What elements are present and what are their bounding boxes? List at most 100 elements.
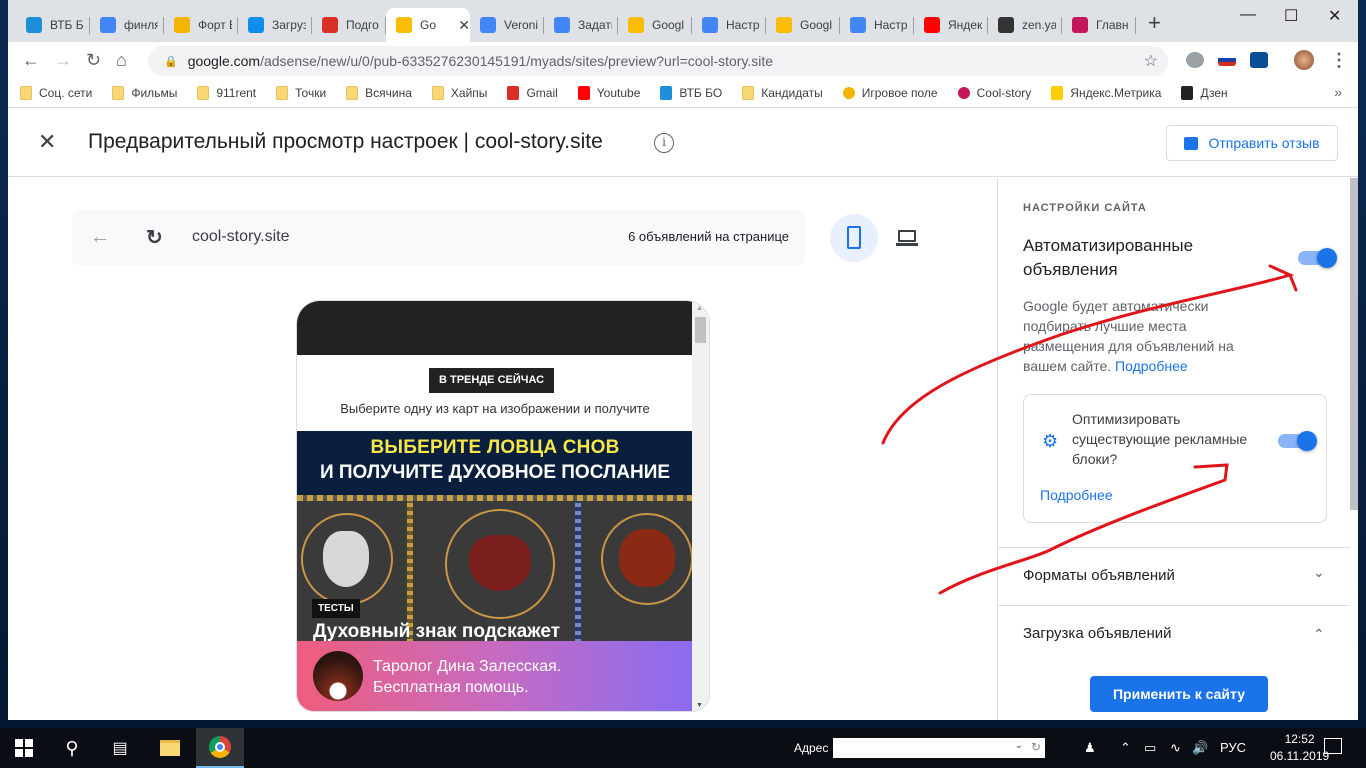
article-banner[interactable]: ВЫБЕРИТЕ ЛОВЦА СНОВ И ПОЛУЧИТЕ ДУХОВНОЕ … <box>297 431 693 495</box>
preview-back-icon[interactable]: ← <box>90 226 110 249</box>
auto-ads-toggle[interactable] <box>1298 248 1337 268</box>
mobile-view-button[interactable] <box>830 214 878 262</box>
vtb-icon <box>660 85 673 100</box>
tab-title: Настр <box>726 18 760 32</box>
vtb-extension-icon[interactable] <box>1250 52 1268 68</box>
home-icon[interactable]: ⌂ <box>116 50 127 70</box>
info-icon[interactable]: i <box>654 133 674 153</box>
volume-icon[interactable]: 🔊 <box>1192 740 1208 756</box>
task-view-icon[interactable]: ▤ <box>104 728 136 768</box>
people-icon[interactable]: ♟ <box>1084 740 1096 756</box>
bookmark-star-icon[interactable]: ☆ <box>1144 51 1158 71</box>
scroll-down-icon[interactable]: ▼ <box>696 702 703 709</box>
optimize-toggle[interactable] <box>1278 431 1317 451</box>
tab-3[interactable]: Загруз <box>238 8 312 42</box>
tab-1[interactable]: финля <box>90 8 164 42</box>
bookmark-0[interactable]: Соц. сети <box>20 85 92 100</box>
tab-12[interactable]: Яндек <box>914 8 988 42</box>
bookmark-9[interactable]: Кандидаты <box>742 85 823 100</box>
optimize-text: Оптимизировать существующие рекламные бл… <box>1072 411 1248 467</box>
maximize-button[interactable]: ☐ <box>1284 6 1298 26</box>
tab-5[interactable]: Go ✕ <box>386 8 470 42</box>
learn-more-link[interactable]: Подробнее <box>1115 358 1188 374</box>
panel-scroll-thumb[interactable] <box>1350 178 1358 510</box>
tab-10[interactable]: Googl <box>766 8 840 42</box>
tab-6[interactable]: Veroni <box>470 8 544 42</box>
bookmark-7[interactable]: Youtube <box>577 85 640 100</box>
forward-arrow-icon[interactable]: → <box>54 50 72 70</box>
accordion-ad-formats[interactable]: Форматы объявлений ⌄ <box>998 547 1350 605</box>
promo-ad[interactable]: Таролог Дина Залесская. Бесплатная помощ… <box>297 641 693 711</box>
tab-0[interactable]: ВТБ БО <box>16 8 90 42</box>
new-tab-button[interactable]: + <box>1148 12 1161 34</box>
preview-reload-icon[interactable]: ↻ <box>146 225 163 250</box>
address-toolbar-label: Адрес <box>794 741 829 755</box>
back-arrow-icon[interactable]: ← <box>22 50 40 70</box>
tab-14[interactable]: Главн <box>1062 8 1136 42</box>
bookmark-4[interactable]: Всячина <box>346 85 412 100</box>
tab-9[interactable]: Настр <box>692 8 766 42</box>
tab-2[interactable]: Форт Е <box>164 8 238 42</box>
address-bar[interactable]: 🔒 google.com/adsense/new/u/0/pub-6335276… <box>148 46 1168 76</box>
tab-7[interactable]: Задать <box>544 8 618 42</box>
tab-11[interactable]: Настр <box>840 8 914 42</box>
profile-avatar[interactable] <box>1294 50 1314 70</box>
language-indicator[interactable]: РУС <box>1220 740 1246 755</box>
bookmarks-more-button[interactable]: » <box>1334 84 1342 100</box>
gmail-icon <box>322 17 338 33</box>
show-hidden-icons[interactable]: ⌃ <box>1120 740 1131 756</box>
panel-scrollbar[interactable] <box>1350 178 1358 720</box>
feedback-icon <box>1184 136 1199 150</box>
apply-to-site-button[interactable]: Применить к сайту <box>1090 676 1268 712</box>
battery-icon[interactable]: ▭ <box>1144 740 1156 756</box>
chevron-down-icon[interactable]: ⌄ <box>1015 740 1023 751</box>
preview-site: cool-story.site <box>192 228 290 245</box>
address-toolbar-input[interactable]: ⌄ ↻ <box>833 738 1045 758</box>
send-feedback-button[interactable]: Отправить отзыв <box>1166 125 1338 161</box>
minimize-button[interactable]: — <box>1240 6 1256 24</box>
bookmark-11[interactable]: Cool-story <box>957 85 1032 100</box>
russian-flag-icon[interactable] <box>1218 54 1236 66</box>
bookmark-12[interactable]: Яндекс.Метрика <box>1051 85 1161 100</box>
search-icon[interactable]: ⚲ <box>56 728 88 768</box>
tab-title: ВТБ БО <box>50 18 84 32</box>
bookmark-13[interactable]: Дзен <box>1181 85 1228 100</box>
network-icon[interactable]: ∿ <box>1170 740 1181 756</box>
reload-icon[interactable]: ↻ <box>86 50 101 70</box>
vtb-icon <box>26 17 42 33</box>
chrome-taskbar-icon[interactable] <box>196 728 244 768</box>
desktop-view-button[interactable] <box>896 230 920 248</box>
refresh-icon[interactable]: ↻ <box>1031 740 1041 754</box>
tab-4[interactable]: Подго <box>312 8 386 42</box>
section-label: НАСТРОЙКИ САЙТА <box>1023 202 1147 214</box>
file-explorer-icon[interactable] <box>152 728 188 768</box>
scroll-up-icon[interactable]: ▲ <box>696 305 703 312</box>
tab-8[interactable]: Googl <box>618 8 692 42</box>
abp-icon[interactable] <box>1186 52 1204 68</box>
clock[interactable]: 12:52 06.11.2019 <box>1270 731 1329 765</box>
article-title[interactable]: Духовный знак подскажет <box>313 621 560 643</box>
close-tab-icon[interactable]: ✕ <box>458 17 470 34</box>
start-button[interactable] <box>8 728 40 768</box>
accordion-ad-loading[interactable]: Загрузка объявлений ⌃ <box>998 605 1350 663</box>
dreamcatcher-image[interactable]: ТЕСТЫ Духовный знак подскажет <box>297 495 693 645</box>
tab-13[interactable]: zen.ya <box>988 8 1062 42</box>
menu-icon[interactable]: ⋮ <box>1330 50 1348 70</box>
close-window-button[interactable]: ✕ <box>1328 6 1341 26</box>
bookmark-1[interactable]: Фильмы <box>112 85 177 100</box>
bookmark-3[interactable]: Точки <box>276 85 326 100</box>
bookmark-label: Cool-story <box>976 85 1032 100</box>
close-icon[interactable]: ✕ <box>38 129 56 155</box>
bookmark-6[interactable]: Gmail <box>507 85 558 100</box>
folder-icon <box>346 85 359 100</box>
scroll-thumb[interactable] <box>695 317 706 343</box>
bookmark-10[interactable]: Игровое поле <box>842 86 938 100</box>
bookmark-5[interactable]: Хайпы <box>431 85 487 100</box>
preview-scrollbar[interactable]: ▲ ▼ <box>692 301 709 711</box>
notifications-icon[interactable] <box>1324 738 1342 754</box>
bookmark-8[interactable]: ВТБ БО <box>660 85 722 100</box>
optimize-learn-more-link[interactable]: Подробнее <box>1040 487 1113 503</box>
metrika-icon <box>1051 85 1064 100</box>
bookmark-2[interactable]: 911rent <box>197 85 256 100</box>
phone-preview-frame: В ТРЕНДЕ СЕЙЧАС Выберите одну из карт на… <box>296 300 710 712</box>
